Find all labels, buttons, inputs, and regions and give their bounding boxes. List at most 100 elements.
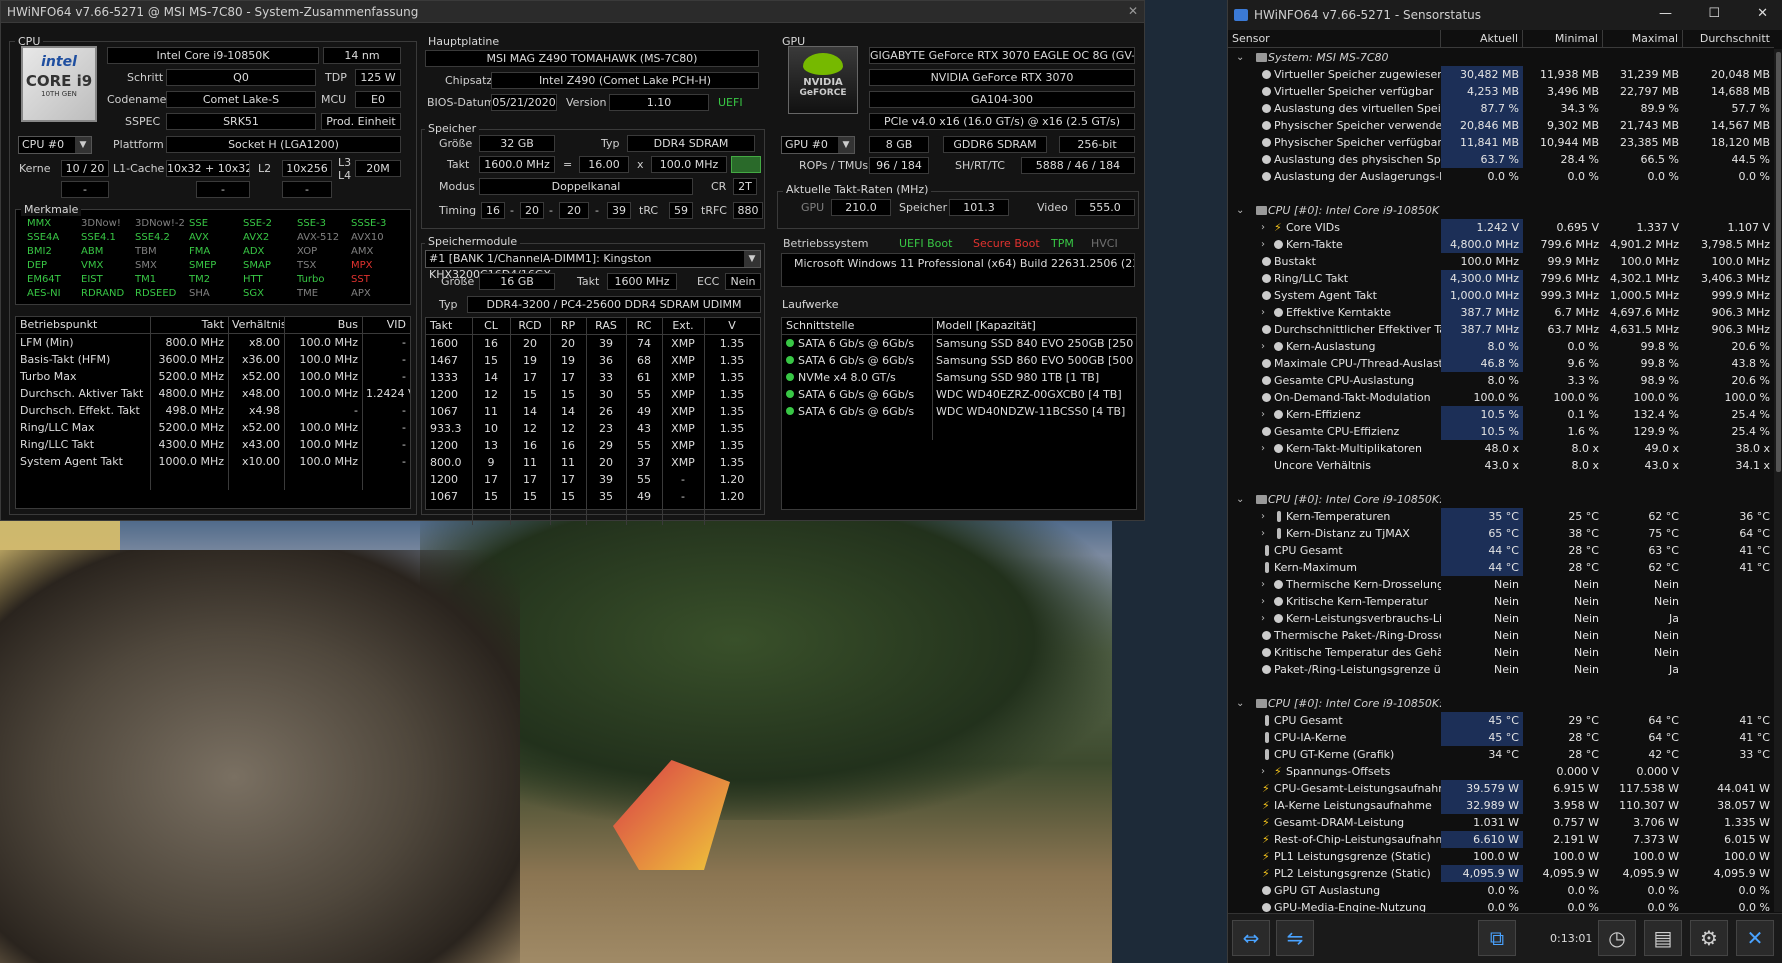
column-header[interactable]: CL	[472, 318, 510, 334]
sensor-row[interactable]: Kern-Effizienz › 10.5 % 0.1 % 132.4 % 25.4 %	[1228, 406, 1774, 423]
clock-icon[interactable]: ◷	[1598, 920, 1636, 956]
column-header[interactable]: V	[704, 318, 760, 334]
chevron-right-icon[interactable]: ›	[1261, 525, 1265, 542]
sensor-row[interactable]: Physischer Speicher verfügbar 11,841 MB 10…	[1228, 134, 1774, 151]
column-header[interactable]: Schnittstelle	[782, 318, 932, 334]
column-header[interactable]: Takt	[150, 317, 228, 333]
column-header[interactable]: RC	[626, 318, 662, 334]
sensor-row[interactable]: PL2 Leistungsgrenze (Static) ⚡ 4,095.9 W 4,…	[1228, 865, 1774, 882]
close-icon[interactable]: ✕	[1128, 4, 1138, 18]
sensor-row[interactable]: CPU-Gesamt-Leistungsaufnahme ⚡ 39.579 W 6.9…	[1228, 780, 1774, 797]
sensor-row[interactable]: Kern-Maximum 44 °C 28 °C 62 °C 41 °C	[1228, 559, 1774, 576]
column-header[interactable]: Modell [Kapazität]	[932, 318, 1136, 334]
arrows-left-right-icon[interactable]: ⇔	[1232, 920, 1270, 956]
sensor-row[interactable]: CPU GT-Kerne (Grafik) 34 °C 28 °C 42 °C 33 °…	[1228, 746, 1774, 763]
close-sensors-icon[interactable]: ✕	[1736, 920, 1774, 956]
sensor-row[interactable]: Kern-Temperaturen › 35 °C 25 °C 62 °C 36 °C	[1228, 508, 1774, 525]
column-header[interactable]: Takt	[426, 318, 472, 334]
sensor-row[interactable]: Physischer Speicher verwendet 20,846 MB 9,…	[1228, 117, 1774, 134]
cpu-select[interactable]: CPU #0 ▼	[18, 136, 92, 154]
sensor-row[interactable]: Virtueller Speicher zugewiesen 30,482 MB 1…	[1228, 66, 1774, 83]
sensor-row[interactable]: Uncore Verhältnis 43.0 x 8.0 x 43.0 x 34.1 x	[1228, 457, 1774, 474]
chevron-right-icon[interactable]: ›	[1261, 304, 1265, 321]
chevron-down-icon[interactable]: ⌄	[1236, 49, 1244, 66]
sensor-row[interactable]: GPU-Media-Engine-Nutzung 0.0 % 0.0 % 0.0 % 0…	[1228, 899, 1774, 912]
sensor-row[interactable]: Kern-Leistungsverbrauchs-Li... › Nein Nein J…	[1228, 610, 1774, 627]
column-header[interactable]: VID	[362, 317, 410, 333]
column-header[interactable]: RAS	[586, 318, 626, 334]
chevron-down-icon[interactable]: ⌄	[1236, 695, 1244, 712]
sensor-row[interactable]: Ring/LLC Takt 4,300.0 MHz 799.6 MHz 4,302.1…	[1228, 270, 1774, 287]
sensor-row[interactable]: Rest-of-Chip-Leistungsaufnahme ⚡ 6.610 W 2.…	[1228, 831, 1774, 848]
col-min[interactable]: Minimal	[1523, 30, 1603, 47]
sensor-group[interactable]: CPU [#0]: Intel Core i9-10850K: DTS⌄	[1228, 491, 1774, 508]
sensor-row[interactable]: Gesamte CPU-Auslastung 8.0 % 3.3 % 98.9 % 20…	[1228, 372, 1774, 389]
sensor-row[interactable]: Auslastung der Auslagerungs-Datei 0.0 % 0.…	[1228, 168, 1774, 185]
sensor-row[interactable]: Gesamt-DRAM-Leistung ⚡ 1.031 W 0.757 W 3.706…	[1228, 814, 1774, 831]
chevron-right-icon[interactable]: ›	[1261, 593, 1265, 610]
sensor-row[interactable]: CPU Gesamt 45 °C 29 °C 64 °C 41 °C	[1228, 712, 1774, 729]
chevron-right-icon[interactable]: ›	[1261, 440, 1265, 457]
sensor-row[interactable]: Kern-Distanz zu TjMAX › 65 °C 38 °C 75 °C 64 …	[1228, 525, 1774, 542]
col-current[interactable]: Aktuell	[1441, 30, 1523, 47]
sensor-group[interactable]: CPU [#0]: Intel Core i9-10850K ⌄	[1228, 202, 1774, 219]
gpu-select[interactable]: GPU #0 ▼	[781, 136, 855, 154]
report-icon[interactable]: ▤	[1644, 920, 1682, 956]
sensor-row[interactable]: System Agent Takt 1,000.0 MHz 999.3 MHz 1,0…	[1228, 287, 1774, 304]
sensor-row[interactable]: Kern-Takte › 4,800.0 MHz 799.6 MHz 4,901.2 M…	[1228, 236, 1774, 253]
sensor-row[interactable]: On-Demand-Takt-Modulation 100.0 % 100.0 % 1…	[1228, 389, 1774, 406]
sensor-row[interactable]: GPU GT Auslastung 0.0 % 0.0 % 0.0 % 0.0 %	[1228, 882, 1774, 899]
column-header[interactable]: Bus	[284, 317, 362, 333]
close-icon[interactable]: ✕	[1757, 6, 1768, 21]
chevron-right-icon[interactable]: ›	[1261, 508, 1265, 525]
sensor-row[interactable]: Thermische Paket-/Ring-Drosselung Nein Nei…	[1228, 627, 1774, 644]
sensor-row[interactable]: Kritische Temperatur des Gehäus... Nein Ne…	[1228, 644, 1774, 661]
sensor-row[interactable]: Bustakt 100.0 MHz 99.9 MHz 100.0 MHz 100.0 M…	[1228, 253, 1774, 270]
chevron-down-icon[interactable]: ⌄	[1236, 202, 1244, 219]
sensor-row[interactable]: Durchschnittlicher Effektiver Takt 387.7 …	[1228, 321, 1774, 338]
sensor-row[interactable]: Effektive Kerntakte › 387.7 MHz 6.7 MHz 4,69…	[1228, 304, 1774, 321]
sensor-row[interactable]: Core VIDs › ⚡ 1.242 V 0.695 V 1.337 V 1.107 V	[1228, 219, 1774, 236]
module-select[interactable]: #1 [BANK 1/ChannelA-DIMM1]: Kingston KHX…	[425, 250, 761, 281]
chevron-down-icon[interactable]: ▼	[75, 137, 91, 153]
sensor-row[interactable]: CPU Gesamt 44 °C 28 °C 63 °C 41 °C	[1228, 542, 1774, 559]
network-icon[interactable]: ⧉	[1478, 920, 1516, 956]
sensor-row[interactable]: Kern-Takt-Multiplikatoren › 48.0 x 8.0 x 49.…	[1228, 440, 1774, 457]
chevron-right-icon[interactable]: ›	[1261, 763, 1265, 780]
column-header[interactable]: Ext.	[662, 318, 704, 334]
chevron-right-icon[interactable]: ›	[1261, 610, 1265, 627]
column-header[interactable]: RP	[550, 318, 586, 334]
sensor-row[interactable]: Virtueller Speicher verfügbar 4,253 MB 3,4…	[1228, 83, 1774, 100]
sensor-group[interactable]: System: MSI MS-7C80 ⌄	[1228, 49, 1774, 66]
sensor-row[interactable]: Spannungs-Offsets › ⚡ 0.000 V 0.000 V	[1228, 763, 1774, 780]
sensor-group[interactable]: CPU [#0]: Intel Core i9-10850K: Enhanced…	[1228, 695, 1774, 712]
chevron-right-icon[interactable]: ›	[1261, 338, 1265, 355]
chevron-down-icon[interactable]: ▼	[744, 251, 760, 267]
col-avg[interactable]: Durchschnitt	[1683, 30, 1774, 47]
column-header[interactable]: RCD	[510, 318, 550, 334]
chevron-right-icon[interactable]: ›	[1261, 576, 1265, 593]
sensor-row[interactable]: Gesamte CPU-Effizienz 10.5 % 1.6 % 129.9 % 2…	[1228, 423, 1774, 440]
sensor-row[interactable]: Auslastung des virtuellen Speichers87.7 …	[1228, 100, 1774, 117]
col-max[interactable]: Maximal	[1603, 30, 1683, 47]
sensor-row[interactable]: Kern-Auslastung › 8.0 % 0.0 % 99.8 % 20.6 %	[1228, 338, 1774, 355]
sensor-row[interactable]: Auslastung des physischen Speic...63.7 %…	[1228, 151, 1774, 168]
chevron-right-icon[interactable]: ›	[1261, 219, 1265, 236]
col-sensor[interactable]: Sensor	[1228, 30, 1441, 47]
chevron-right-icon[interactable]: ›	[1261, 406, 1265, 423]
scrollbar-thumb[interactable]	[1776, 52, 1781, 472]
column-header[interactable]: Betriebspunkt	[16, 317, 150, 333]
sensor-row[interactable]: PL1 Leistungsgrenze (Static) ⚡ 100.0 W 100.…	[1228, 848, 1774, 865]
sensor-row[interactable]: IA-Kerne Leistungsaufnahme ⚡ 32.989 W 3.958…	[1228, 797, 1774, 814]
sensor-row[interactable]: Kritische Kern-Temperatur › Nein Nein Nein	[1228, 593, 1774, 610]
chevron-down-icon[interactable]: ▼	[838, 137, 854, 153]
sensor-row[interactable]: CPU-IA-Kerne 45 °C 28 °C 64 °C 41 °C	[1228, 729, 1774, 746]
sensor-row[interactable]: Paket-/Ring-Leistungsgrenze übe... Nein Ne…	[1228, 661, 1774, 678]
minimize-icon[interactable]: —	[1659, 6, 1672, 21]
sensor-row[interactable]: Maximale CPU-/Thread-Auslastung46.8 % 9.6…	[1228, 355, 1774, 372]
chevron-right-icon[interactable]: ›	[1261, 236, 1265, 253]
settings-icon[interactable]: ⚙	[1690, 920, 1728, 956]
maximize-icon[interactable]: ☐	[1708, 6, 1720, 21]
column-header[interactable]: Verhältnis	[228, 317, 284, 333]
sensor-row[interactable]: Thermische Kern-Drosselung › Nein Nein Nein	[1228, 576, 1774, 593]
